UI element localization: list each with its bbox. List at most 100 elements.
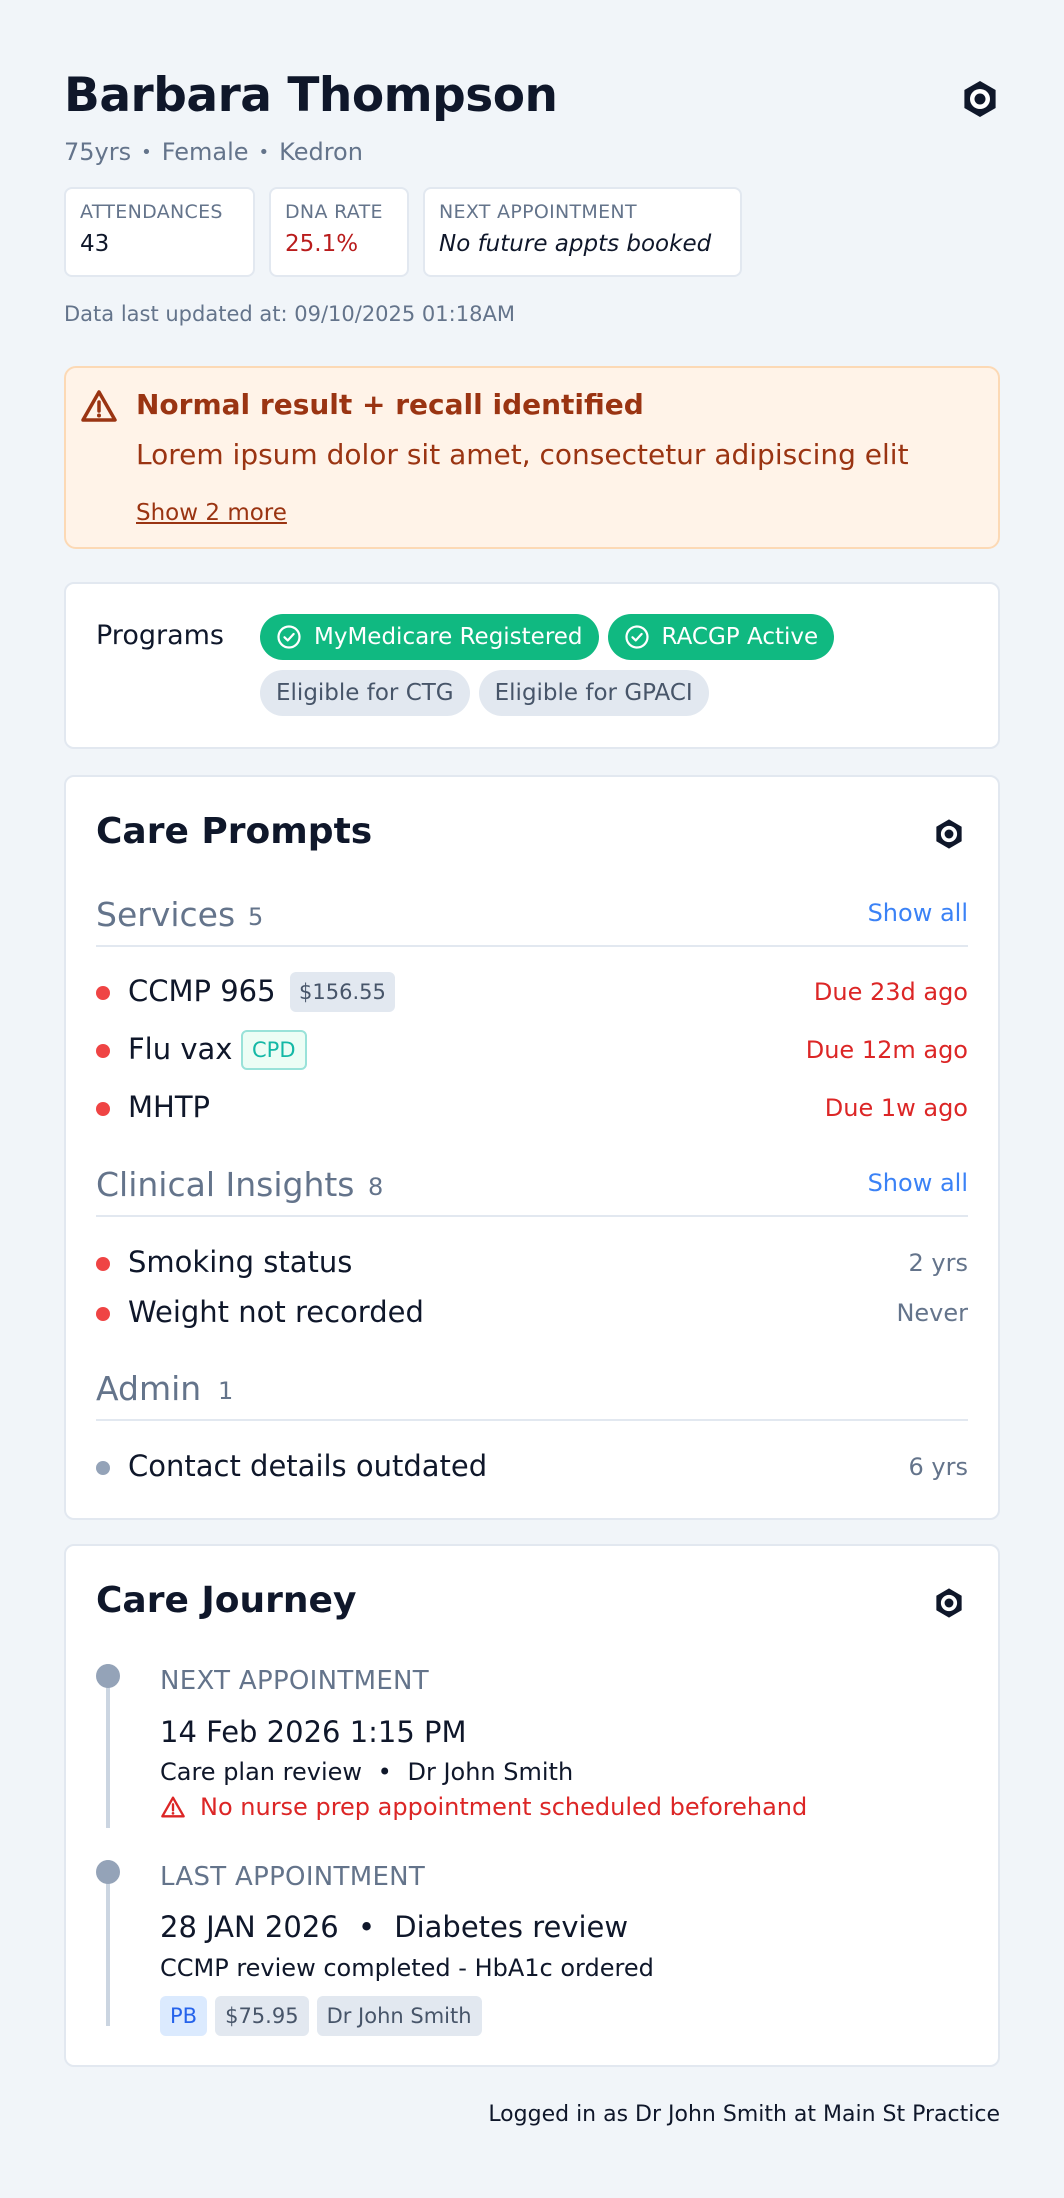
warning-icon [161, 1796, 185, 1818]
care-journey-title: Care Journey [96, 1580, 357, 1621]
logged-in-footer: Logged in as Dr John Smith at Main St Pr… [488, 2102, 1000, 2127]
eligible-programs: Eligible for CTG Eligible for GPACI [260, 670, 709, 716]
appointment-type: Diabetes review [394, 1910, 629, 1944]
insights-header: Clinical Insights 8 Show all [96, 1165, 968, 1217]
appointment-doctor: Dr John Smith [407, 1758, 574, 1786]
admin-header: Admin 1 [96, 1369, 968, 1421]
patient-meta: 75yrs • Female • Kedron [64, 138, 363, 166]
patient-sex: Female [161, 138, 249, 166]
next-appointment-details: Care plan review • Dr John Smith [160, 1758, 573, 1786]
status-dot [96, 1307, 110, 1321]
stat-value: No future appts booked [439, 231, 712, 257]
section-title: Clinical Insights [96, 1165, 355, 1204]
price-tag: $156.55 [290, 972, 395, 1012]
separator: • [377, 1758, 392, 1786]
stat-value: 43 [80, 231, 110, 257]
status-dot [96, 1102, 110, 1116]
nurse-prep-warning: No nurse prep appointment scheduled befo… [160, 1793, 807, 1821]
doctor-tag: Dr John Smith [316, 1996, 482, 2036]
item-label: Flu vax [128, 1032, 233, 1066]
status-dot [96, 1257, 110, 1271]
check-circle-icon [624, 625, 649, 649]
warning-icon [80, 388, 118, 424]
stat-dna-rate: DNA RATE 25.1% [269, 187, 409, 277]
due-text: Due 23d ago [813, 978, 968, 1006]
stat-value: 25.1% [285, 231, 359, 257]
stat-label: DNA RATE [285, 201, 383, 223]
section-count: 1 [218, 1377, 234, 1405]
check-circle-icon [277, 625, 301, 649]
care-prompts-card: Care Prompts Services 5 Show all CCMP 96… [64, 775, 1000, 1520]
last-appointment-tags: PB $75.95 Dr John Smith [160, 1996, 482, 2036]
admin-item[interactable]: Contact details outdated 6 yrs [96, 1447, 968, 1487]
show-all-link[interactable]: Show all [868, 1169, 968, 1197]
timeline-line [106, 1664, 110, 1828]
due-text: Due 1w ago [824, 1094, 968, 1122]
settings-gear-icon[interactable] [932, 1586, 966, 1620]
stat-label: NEXT APPOINTMENT [439, 201, 637, 223]
last-appointment-summary: 28 JAN 2026 • Diabetes review [160, 1910, 628, 1944]
service-item[interactable]: CCMP 965 $156.55 Due 23d ago [96, 972, 968, 1012]
last-appointment-label: LAST APPOINTMENT [160, 1862, 426, 1892]
programs-card: Programs MyMedicare Registered RACGP Act… [64, 582, 1000, 749]
insight-item[interactable]: Weight not recorded Never [96, 1293, 968, 1333]
settings-gear-icon[interactable] [932, 817, 966, 851]
separator: • [258, 141, 270, 163]
status-dot [96, 986, 110, 1000]
show-all-link[interactable]: Show all [868, 899, 968, 927]
stat-next-appointment: NEXT APPOINTMENT No future appts booked [423, 187, 742, 277]
last-appointment-note: CCMP review completed - HbA1c ordered [160, 1954, 654, 1982]
stats-row: ATTENDANCES 43 DNA RATE 25.1% NEXT APPOI… [64, 187, 742, 277]
separator: • [141, 141, 152, 163]
appointment-type: Care plan review [160, 1758, 363, 1786]
alert-banner: Normal result + recall identified Lorem … [64, 366, 1000, 549]
item-label: Contact details outdated [128, 1449, 488, 1483]
alert-body: Lorem ipsum dolor sit amet, consectetur … [136, 438, 909, 471]
warning-text: No nurse prep appointment scheduled befo… [200, 1793, 808, 1821]
separator: • [357, 1910, 376, 1944]
care-prompts-title: Care Prompts [96, 811, 373, 852]
program-label: RACGP Active [661, 624, 819, 650]
item-value: Never [896, 1299, 968, 1327]
patient-age: 75yrs [64, 138, 132, 166]
item-label: CCMP 965 [128, 974, 276, 1008]
section-title: Admin [96, 1369, 202, 1408]
service-item[interactable]: Flu vax CPD Due 12m ago [96, 1030, 968, 1070]
item-value: 6 yrs [908, 1453, 968, 1481]
stat-label: ATTENDANCES [80, 201, 223, 223]
section-count: 5 [248, 903, 264, 931]
program-pill[interactable]: RACGP Active [607, 614, 835, 660]
cpd-tag: CPD [241, 1030, 307, 1070]
alert-title: Normal result + recall identified [136, 388, 644, 421]
item-label: Smoking status [128, 1245, 353, 1279]
data-updated-text: Data last updated at: 09/10/2025 01:18AM [64, 302, 515, 326]
care-journey-card: Care Journey NEXT APPOINTMENT 14 Feb 202… [64, 1544, 1000, 2067]
program-pill[interactable]: MyMedicare Registered [260, 614, 599, 660]
patient-suburb: Kedron [279, 138, 363, 166]
patient-name: Barbara Thompson [64, 68, 558, 123]
item-value: 2 yrs [908, 1249, 968, 1277]
eligible-pill[interactable]: Eligible for CTG [260, 670, 470, 716]
active-programs: MyMedicare Registered RACGP Active [260, 614, 835, 660]
section-title: Services [96, 895, 236, 934]
eligible-pill[interactable]: Eligible for GPACI [478, 670, 709, 716]
billing-tag: PB [160, 1996, 208, 2036]
stat-attendances: ATTENDANCES 43 [64, 187, 255, 277]
insight-item[interactable]: Smoking status 2 yrs [96, 1243, 968, 1283]
due-text: Due 12m ago [805, 1036, 968, 1064]
settings-gear-icon[interactable] [959, 78, 1001, 120]
item-label: Weight not recorded [128, 1295, 424, 1329]
timeline-dot [96, 1664, 120, 1688]
section-count: 8 [368, 1173, 384, 1201]
next-appointment-label: NEXT APPOINTMENT [160, 1666, 429, 1696]
programs-label: Programs [96, 620, 224, 651]
status-dot [96, 1461, 110, 1475]
service-item[interactable]: MHTP Due 1w ago [96, 1088, 968, 1128]
appointment-date: 28 JAN 2026 [160, 1910, 339, 1944]
item-label: MHTP [128, 1090, 211, 1124]
timeline-line [106, 1860, 110, 2026]
next-appointment-datetime: 14 Feb 2026 1:15 PM [160, 1715, 467, 1749]
timeline-dot [96, 1860, 120, 1884]
show-more-link[interactable]: Show 2 more [136, 500, 287, 526]
status-dot [96, 1044, 110, 1058]
